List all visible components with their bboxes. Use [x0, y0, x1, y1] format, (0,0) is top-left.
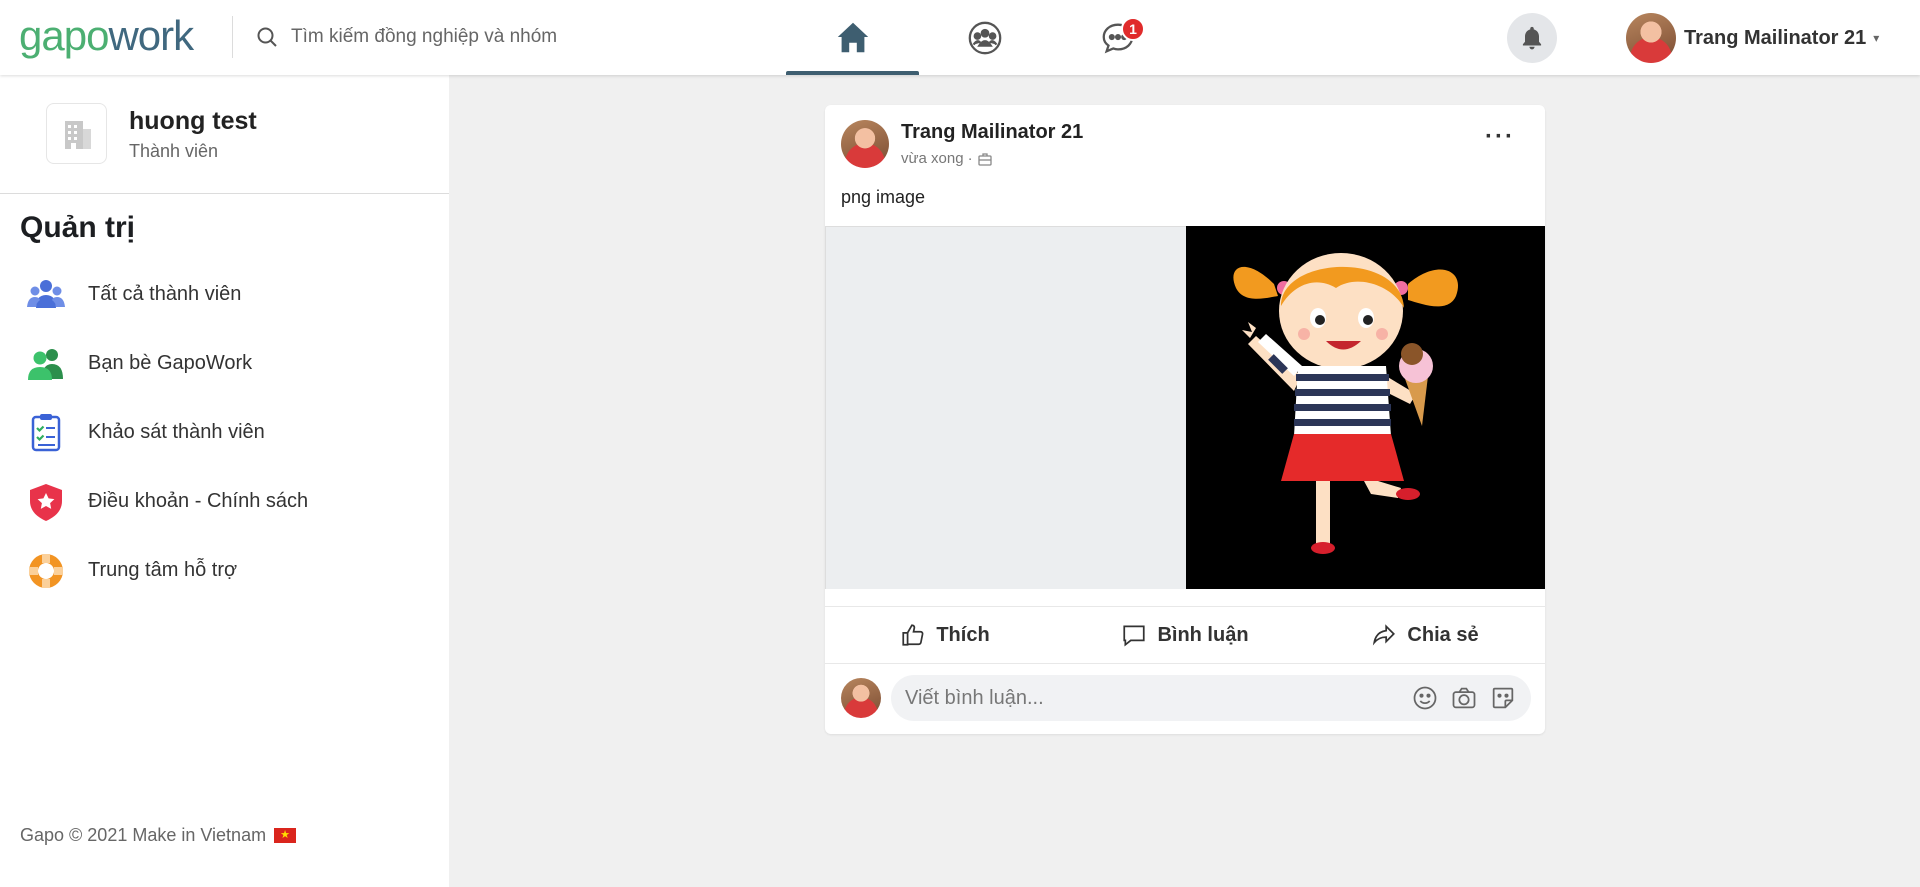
building-icon — [46, 103, 107, 164]
share-label: Chia sẻ — [1407, 623, 1479, 646]
sidebar-item-label: Khảo sát thành viên — [88, 421, 265, 443]
friends-icon — [24, 342, 68, 386]
gapowork-logo[interactable]: gapowork — [19, 11, 194, 61]
media-placeholder[interactable] — [825, 226, 1186, 589]
actions-divider-bottom — [825, 663, 1545, 664]
emoji-icon[interactable] — [1411, 684, 1439, 712]
camera-icon[interactable] — [1450, 684, 1478, 712]
admin-section-title: Quản trị — [20, 211, 136, 244]
sidebar-item-label: Tất cả thành viên — [88, 283, 242, 305]
admin-menu: Tất cả thành viên Bạn bè GapoWork Khảo s… — [24, 260, 308, 605]
tab-messages[interactable]: 1 — [1051, 0, 1184, 75]
user-name: Trang Mailinator 21 — [1684, 26, 1867, 49]
post-media — [825, 226, 1545, 589]
privacy-company-icon — [977, 152, 992, 166]
groups-icon — [968, 21, 1001, 54]
share-icon — [1373, 624, 1396, 646]
bell-icon — [1522, 26, 1542, 50]
organization-role: Thành viên — [129, 141, 219, 161]
shield-star-icon — [24, 480, 68, 524]
comment-box[interactable] — [891, 675, 1531, 721]
meta-separator: · — [967, 150, 973, 167]
survey-icon — [24, 411, 68, 455]
post-actions: Thích Bình luận Chia sẻ — [825, 607, 1545, 663]
commenter-avatar — [841, 678, 881, 718]
sidebar-item-member-survey[interactable]: Khảo sát thành viên — [24, 398, 308, 467]
search-icon — [257, 27, 277, 47]
message-badge: 1 — [1121, 17, 1145, 41]
tab-home[interactable] — [786, 0, 919, 75]
comment-composer — [841, 675, 1531, 721]
sidebar-item-label: Điều khoản - Chính sách — [88, 490, 309, 512]
user-menu[interactable]: Trang Mailinator 21 ▾ — [1626, 12, 1879, 64]
comment-input[interactable] — [905, 686, 1400, 710]
post-image[interactable] — [1186, 226, 1545, 589]
comment-label: Bình luận — [1157, 623, 1249, 646]
sticker-icon[interactable] — [1489, 684, 1517, 712]
comment-icon — [1123, 625, 1146, 647]
post-header: Trang Mailinator 21 vừa xong · — [841, 120, 1083, 168]
notifications-button[interactable] — [1507, 13, 1557, 63]
like-button[interactable]: Thích — [825, 607, 1065, 663]
cartoon-girl-illustration — [1233, 253, 1459, 554]
sidebar-item-label: Bạn bè GapoWork — [88, 352, 253, 374]
chevron-down-icon: ▾ — [1873, 31, 1880, 45]
members-icon — [24, 273, 68, 317]
left-sidebar: huong test Thành viên Quản trị Tất cả th… — [0, 75, 449, 887]
sidebar-item-gapowork-friends[interactable]: Bạn bè GapoWork — [24, 329, 308, 398]
lifebuoy-icon — [24, 549, 68, 593]
post-card: Trang Mailinator 21 vừa xong · ··· png i… — [825, 105, 1545, 734]
share-button[interactable]: Chia sẻ — [1305, 607, 1545, 663]
post-time[interactable]: vừa xong — [901, 150, 964, 167]
home-icon — [837, 22, 868, 52]
avatar — [1626, 13, 1676, 63]
search-input[interactable] — [291, 26, 581, 48]
sidebar-footer: Gapo © 2021 Make in Vietnam ★ — [20, 825, 297, 846]
header-divider — [232, 16, 233, 58]
sidebar-item-all-members[interactable]: Tất cả thành viên — [24, 260, 308, 329]
top-bar: gapowork 1 — [0, 0, 1920, 75]
post-text: png image — [841, 187, 926, 207]
comment-button[interactable]: Bình luận — [1065, 607, 1305, 663]
sidebar-divider — [0, 193, 449, 194]
sidebar-item-terms-policy[interactable]: Điều khoản - Chính sách — [24, 467, 308, 536]
sidebar-item-help-center[interactable]: Trung tâm hỗ trợ — [24, 536, 308, 605]
post-meta: vừa xong · — [901, 150, 1083, 167]
like-label: Thích — [936, 623, 990, 646]
sidebar-item-label: Trung tâm hỗ trợ — [88, 559, 238, 581]
vietnam-flag-icon: ★ — [274, 828, 297, 843]
post-more-button[interactable]: ··· — [1485, 125, 1515, 149]
thumbs-up-icon — [902, 624, 924, 646]
tab-groups[interactable] — [918, 0, 1051, 75]
organization-card[interactable]: huong test Thành viên — [46, 103, 257, 164]
search-bar[interactable] — [255, 20, 585, 54]
author-avatar[interactable] — [841, 120, 889, 168]
post-author[interactable]: Trang Mailinator 21 — [901, 121, 1083, 144]
footer-text: Gapo © 2021 Make in Vietnam — [20, 825, 267, 845]
organization-name: huong test — [129, 107, 257, 135]
